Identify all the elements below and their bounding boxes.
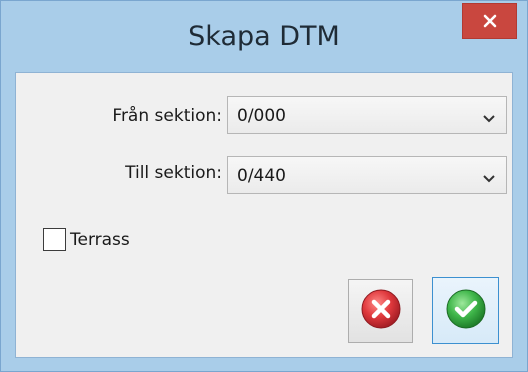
terrace-label: Terrass	[70, 229, 130, 250]
title-bar[interactable]: Skapa DTM	[1, 1, 527, 72]
to-section-label: Till sektion:	[125, 163, 222, 183]
ok-check-icon	[445, 288, 487, 334]
dialog-body: Från sektion: 0/000 Till sektion: 0/440 …	[15, 72, 513, 358]
ok-button[interactable]	[432, 277, 499, 344]
dialog-title: Skapa DTM	[188, 21, 340, 52]
cancel-button[interactable]	[348, 279, 413, 343]
cancel-icon	[360, 288, 402, 334]
from-section-label: Från sektion:	[112, 106, 222, 126]
from-section-value: 0/000	[237, 106, 286, 126]
close-icon	[482, 13, 498, 29]
from-section-dropdown[interactable]: 0/000	[227, 96, 507, 134]
terrace-option[interactable]: Terrass	[43, 228, 130, 251]
dialog-window: Skapa DTM Från sektion: 0/000 Till sekti…	[0, 0, 528, 372]
terrace-checkbox[interactable]	[43, 228, 66, 251]
chevron-down-icon	[482, 170, 496, 183]
close-button[interactable]	[462, 3, 517, 39]
chevron-down-icon	[482, 110, 496, 123]
to-section-value: 0/440	[237, 166, 286, 186]
to-section-dropdown[interactable]: 0/440	[227, 156, 507, 194]
